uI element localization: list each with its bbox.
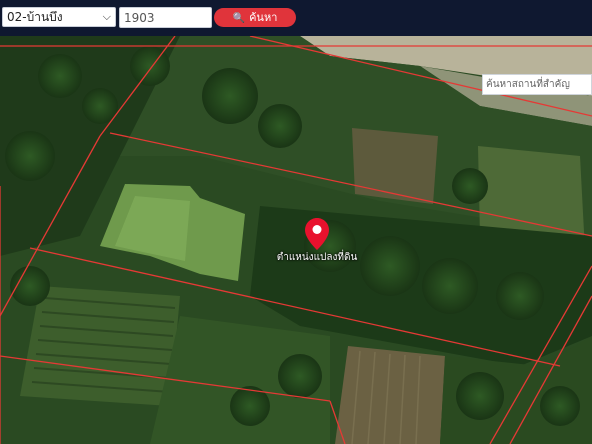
satellite-map[interactable]: ค้นหาสถานที่สำคัญ (0, 36, 592, 444)
chevron-down-icon: ⌵ (102, 10, 111, 23)
search-button-label: ค้นหา (249, 12, 278, 24)
district-select[interactable]: 02-บ้านบึง ⌵ (2, 7, 116, 27)
search-icon: 🔍 (232, 13, 246, 24)
satellite-imagery (0, 36, 592, 444)
parcel-number-input[interactable] (119, 7, 212, 28)
district-select-value: 02-บ้านบึง (7, 10, 63, 24)
place-search-placeholder: ค้นหาสถานที่สำคัญ (486, 79, 570, 90)
search-button[interactable]: 🔍 ค้นหา (214, 8, 296, 27)
marker-label: ตำแหน่งแปลงที่ดิน (276, 252, 358, 263)
map-pin-icon[interactable] (305, 218, 329, 250)
toolbar: 02-บ้านบึง ⌵ 🔍ค้นหา (0, 0, 592, 36)
place-search-input[interactable]: ค้นหาสถานที่สำคัญ (482, 74, 592, 95)
